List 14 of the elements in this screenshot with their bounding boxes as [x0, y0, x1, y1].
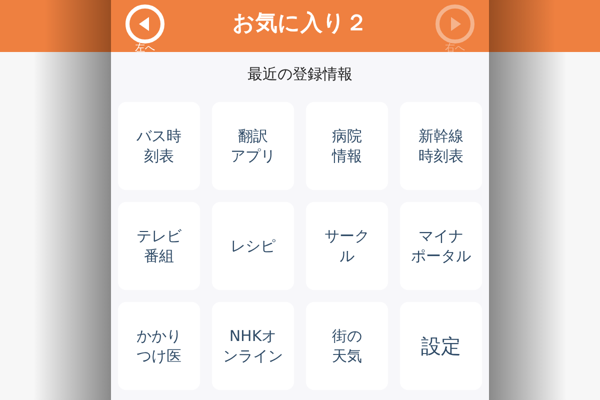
section-title: 最近の登録情報 — [248, 64, 352, 85]
shortcut-tile[interactable]: 病院情報 — [306, 102, 388, 190]
shortcut-tile[interactable]: 翻訳アプリ — [212, 102, 294, 190]
shortcut-tile[interactable]: NHKオンライン — [212, 302, 294, 390]
shortcut-tile[interactable]: かかりつけ医 — [118, 302, 200, 390]
shortcut-tile[interactable]: マイナポータル — [400, 202, 482, 290]
screen-title: お気に入り２ — [232, 10, 368, 38]
shortcut-tile[interactable]: バス時刻表 — [118, 102, 200, 190]
shortcut-tile[interactable]: 設定 — [400, 302, 482, 390]
shortcut-tile[interactable]: 街の天気 — [306, 302, 388, 390]
shortcut-tile[interactable]: レシピ — [212, 202, 294, 290]
shortcut-tile[interactable]: サークル — [306, 202, 388, 290]
shortcut-tile[interactable]: テレビ番組 — [118, 202, 200, 290]
shortcut-tile[interactable]: 新幹線時刻表 — [400, 102, 482, 190]
